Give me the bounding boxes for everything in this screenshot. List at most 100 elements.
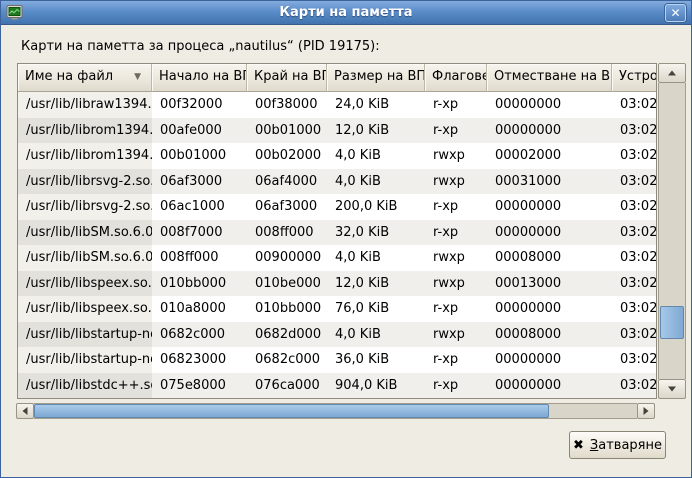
table-header-row: Име на файл▼ Начало на ВП Край на ВПРазмер…	[18, 64, 656, 92]
cell-flags: r-xp	[425, 92, 487, 118]
cell-flags: rwxp	[425, 245, 487, 271]
cell-vm_end: 010bb000	[247, 296, 327, 322]
cell-device: 03:02	[612, 169, 657, 195]
cell-vm_size: 4,0 KiB	[327, 169, 425, 195]
cell-vm_start: 00b01000	[152, 143, 247, 169]
cell-vm_start: 06823000	[152, 347, 247, 373]
cell-filename: /usr/lib/librom1394.so	[18, 143, 152, 169]
cell-vm_size: 76,0 KiB	[327, 296, 425, 322]
table-row[interactable]: /usr/lib/librom1394.so00afe00000b0100012…	[18, 118, 656, 144]
column-header-vm_size[interactable]: Размер на ВП	[327, 64, 425, 92]
table-row[interactable]: /usr/lib/libspeex.so.1010a8000010bb00076…	[18, 296, 656, 322]
titlebar[interactable]: Карти на паметта ✕	[1, 1, 691, 25]
cell-device: 03:02	[612, 296, 657, 322]
cell-vm_size: 4,0 KiB	[327, 143, 425, 169]
vertical-scrollbar-track[interactable]	[658, 83, 686, 379]
cell-filename: /usr/lib/libSM.so.6.0.0	[18, 245, 152, 271]
scroll-down-button[interactable]	[658, 379, 686, 399]
cell-vm_end: 00900000	[247, 245, 327, 271]
table-row[interactable]: /usr/lib/libstdc++.so.075e8000076ca00090…	[18, 373, 656, 399]
table-row[interactable]: /usr/lib/libraw1394.so00f3200000f3800024…	[18, 92, 656, 118]
cell-vm_offset: 00000000	[487, 373, 612, 399]
horizontal-scrollbar-thumb[interactable]	[34, 404, 549, 418]
cell-vm_start: 00f32000	[152, 92, 247, 118]
cell-flags: r-xp	[425, 347, 487, 373]
column-header-filename[interactable]: Име на файл▼	[18, 64, 152, 92]
cell-vm_end: 00b01000	[247, 118, 327, 144]
cell-vm_offset: 00000000	[487, 347, 612, 373]
cell-device: 03:02	[612, 322, 657, 348]
table-row[interactable]: /usr/lib/libSM.so.6.0.0008ff000009000004…	[18, 245, 656, 271]
cell-filename: /usr/lib/libstdc++.so.	[18, 373, 152, 399]
window-title: Карти на паметта	[1, 1, 691, 25]
cell-device: 03:02	[612, 347, 657, 373]
column-header-flags[interactable]: Флагове	[425, 64, 487, 92]
cell-vm_start: 06af3000	[152, 169, 247, 195]
close-x-icon: ✕	[670, 6, 680, 20]
column-header-label: Устройство	[619, 69, 657, 84]
cell-vm_offset: 00000000	[487, 194, 612, 220]
scroll-right-button[interactable]	[637, 403, 655, 419]
memory-maps-table: Име на файл▼ Начало на ВП Край на ВПРазмер…	[17, 63, 657, 399]
cell-vm_offset: 00000000	[487, 92, 612, 118]
vertical-scrollbar-thumb[interactable]	[660, 306, 684, 339]
cell-vm_offset: 00002000	[487, 143, 612, 169]
table-row[interactable]: /usr/lib/libstartup-not068230000682c0003…	[18, 347, 656, 373]
table-body: /usr/lib/libraw1394.so00f3200000f3800024…	[18, 92, 656, 398]
cell-vm_offset: 00000000	[487, 296, 612, 322]
window-close-button[interactable]: ✕	[665, 4, 686, 22]
arrow-down-icon	[668, 387, 676, 392]
cell-vm_start: 010bb000	[152, 271, 247, 297]
column-header-label: Отместване на ВП	[494, 69, 612, 84]
column-header-label: Край на ВП	[254, 69, 327, 84]
cell-device: 03:02	[612, 194, 657, 220]
cell-vm_end: 0682c000	[247, 347, 327, 373]
table-row[interactable]: /usr/lib/librsvg-2.so.206af300006af40004…	[18, 169, 656, 195]
horizontal-scrollbar[interactable]	[16, 403, 655, 419]
cell-vm_size: 32,0 KiB	[327, 220, 425, 246]
cell-vm_offset: 00008000	[487, 322, 612, 348]
cell-device: 03:02	[612, 373, 657, 399]
cell-flags: r-xp	[425, 373, 487, 399]
cell-vm_offset: 00000000	[487, 118, 612, 144]
cell-vm_size: 36,0 KiB	[327, 347, 425, 373]
column-header-label: Флагове	[432, 69, 487, 84]
cell-flags: rwxp	[425, 322, 487, 348]
scroll-left-button[interactable]	[16, 403, 34, 419]
cell-vm_start: 0682c000	[152, 322, 247, 348]
cell-vm_end: 0682d000	[247, 322, 327, 348]
close-button[interactable]: ✖ Затваряне	[569, 431, 666, 459]
column-header-vm_start[interactable]: Начало на ВП	[152, 64, 247, 92]
cell-vm_offset: 00031000	[487, 169, 612, 195]
cell-vm_start: 00afe000	[152, 118, 247, 144]
table-row[interactable]: /usr/lib/libstartup-not0682c0000682d0004…	[18, 322, 656, 348]
vertical-scrollbar[interactable]	[658, 63, 686, 399]
cell-vm_size: 12,0 KiB	[327, 271, 425, 297]
column-header-vm_end[interactable]: Край на ВП	[247, 64, 327, 92]
cell-vm_size: 12,0 KiB	[327, 118, 425, 144]
table-row[interactable]: /usr/lib/librsvg-2.so.206ac100006af30002…	[18, 194, 656, 220]
horizontal-scrollbar-track[interactable]	[34, 403, 637, 419]
cell-filename: /usr/lib/librom1394.so	[18, 118, 152, 144]
cell-filename: /usr/lib/librsvg-2.so.2	[18, 169, 152, 195]
arrow-left-icon	[23, 407, 28, 415]
cell-device: 03:02	[612, 220, 657, 246]
cell-flags: r-xp	[425, 220, 487, 246]
scroll-up-button[interactable]	[658, 63, 686, 83]
process-info-label: Карти на паметта за процеса „nautilus“ (…	[21, 39, 380, 54]
table-row[interactable]: /usr/lib/libspeex.so.1010bb000010be00012…	[18, 271, 656, 297]
cell-vm_offset: 00013000	[487, 271, 612, 297]
column-header-label: Начало на ВП	[159, 69, 247, 84]
cell-vm_start: 008ff000	[152, 245, 247, 271]
close-button-x-icon: ✖	[573, 438, 584, 453]
cell-flags: rwxp	[425, 143, 487, 169]
table-row[interactable]: /usr/lib/librom1394.so00b0100000b020004,…	[18, 143, 656, 169]
cell-filename: /usr/lib/libSM.so.6.0.0	[18, 220, 152, 246]
column-header-vm_offset[interactable]: Отместване на ВП	[487, 64, 612, 92]
column-header-label: Име на файл	[25, 69, 113, 84]
arrow-up-icon	[668, 71, 676, 76]
table-row[interactable]: /usr/lib/libSM.so.6.0.0008f7000008ff0003…	[18, 220, 656, 246]
cell-flags: rwxp	[425, 169, 487, 195]
column-header-device[interactable]: Устройство	[612, 64, 657, 92]
memory-maps-dialog: Карти на паметта ✕ Карти на паметта за п…	[0, 0, 692, 478]
